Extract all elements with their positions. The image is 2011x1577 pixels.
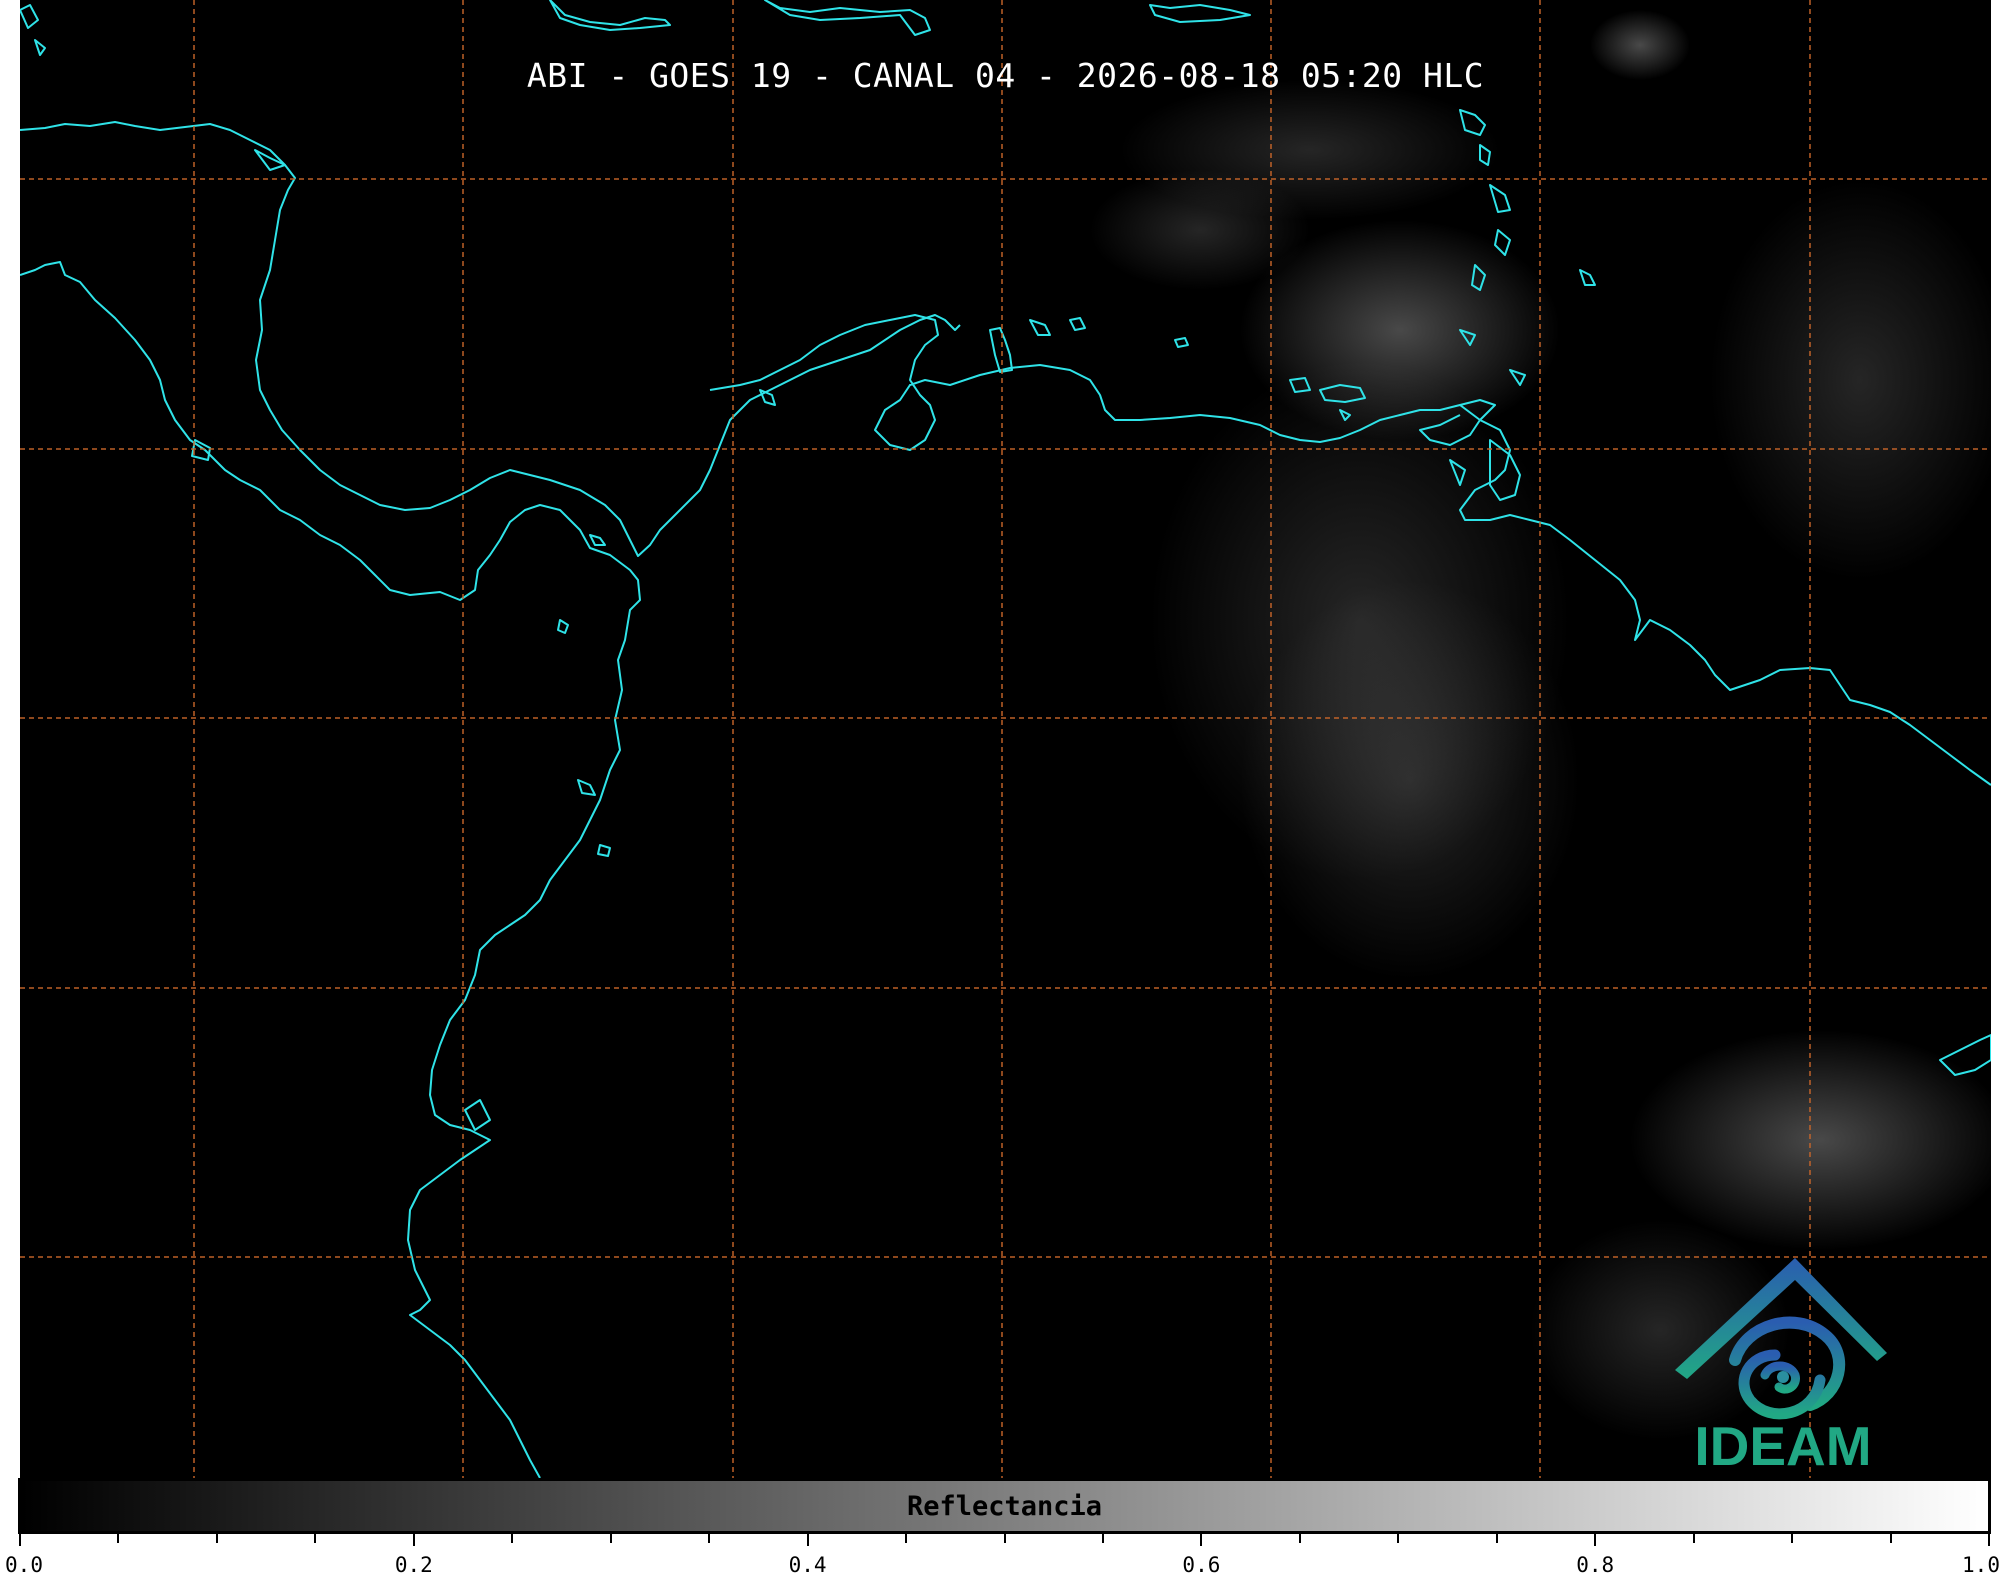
- colorbar: Reflectancia: [18, 1478, 1991, 1534]
- colorbar-minor-tick: [314, 1534, 317, 1543]
- colorbar-minor-tick: [1101, 1534, 1104, 1543]
- colorbar-minor-tick: [905, 1534, 908, 1543]
- colorbar-minor-tick: [609, 1534, 612, 1543]
- colorbar-minor-tick: [1495, 1534, 1498, 1543]
- colorbar-major-tick: [1200, 1534, 1203, 1546]
- colorbar-major-tick: [412, 1534, 415, 1546]
- colorbar-tick-label: 0.0: [5, 1553, 43, 1577]
- colorbar-minor-tick: [1298, 1534, 1301, 1543]
- colorbar-major-tick: [806, 1534, 809, 1546]
- colorbar-minor-tick: [1397, 1534, 1400, 1543]
- colorbar-minor-tick: [511, 1534, 514, 1543]
- colorbar-major-tick: [1988, 1534, 1990, 1546]
- colorbar-minor-tick: [1003, 1534, 1006, 1543]
- colorbar-tick-label: 0.8: [1576, 1553, 1615, 1577]
- colorbar-tick-label: 0.4: [788, 1553, 827, 1577]
- colorbar-minor-tick: [708, 1534, 711, 1543]
- colorbar-tick-label: 1.0: [1962, 1553, 2000, 1577]
- colorbar-major-tick: [1594, 1534, 1597, 1546]
- map-title: ABI - GOES 19 - CANAL 04 - 2026-08-18 05…: [526, 56, 1485, 95]
- colorbar-minor-tick: [1692, 1534, 1695, 1543]
- colorbar-tick-label: 0.2: [394, 1553, 433, 1577]
- colorbar-major-tick: [19, 1534, 21, 1546]
- colorbar-minor-tick: [1889, 1534, 1892, 1543]
- colorbar-minor-tick: [1791, 1534, 1794, 1543]
- colorbar-minor-tick: [215, 1534, 218, 1543]
- colorbar-tick-label: 0.6: [1182, 1553, 1221, 1577]
- colorbar-minor-tick: [117, 1534, 120, 1543]
- colorbar-label: Reflectancia: [906, 1491, 1103, 1522]
- logo-text: IDEAM: [1694, 1415, 1872, 1477]
